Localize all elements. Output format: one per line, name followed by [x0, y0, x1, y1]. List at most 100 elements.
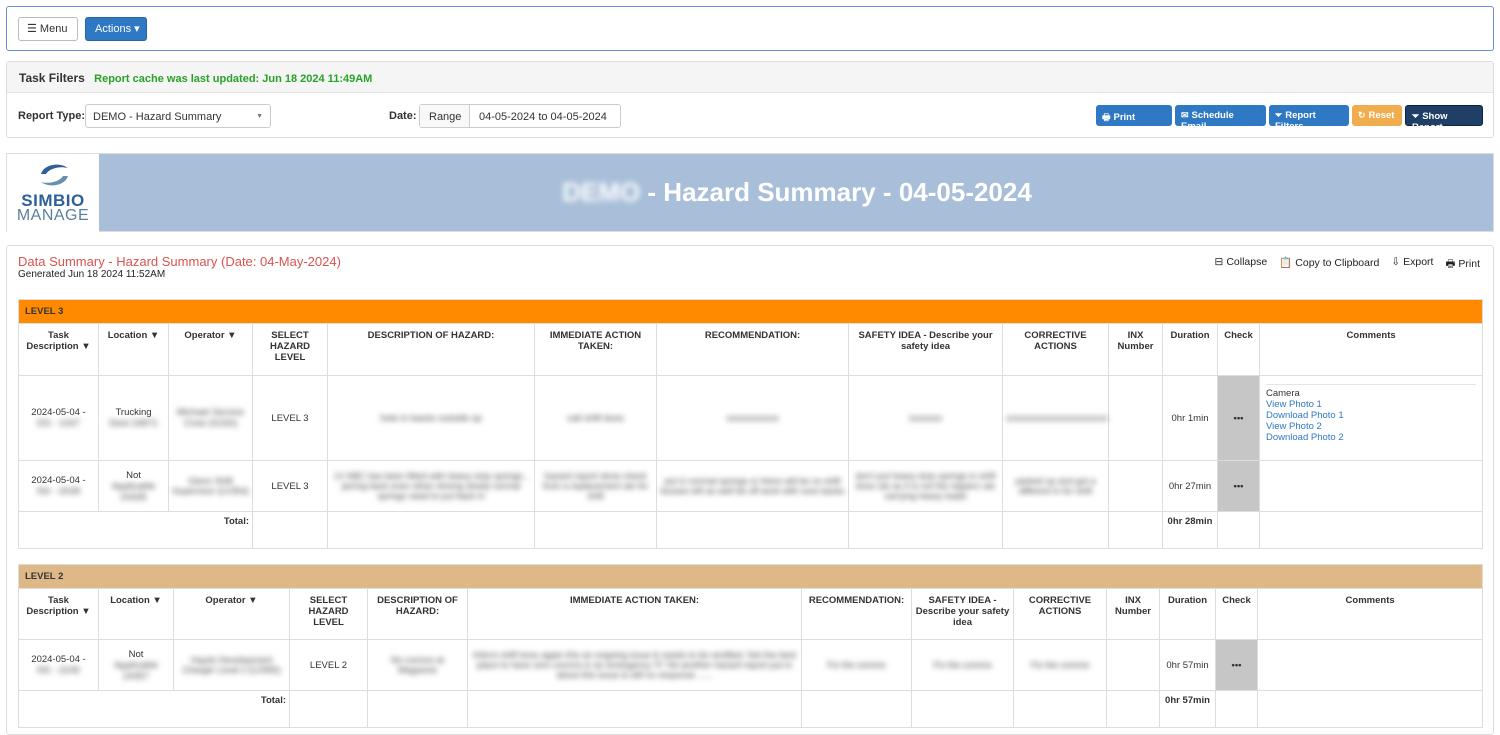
task-cell: 2024-05-04 - NS - 2245 — [18, 639, 99, 691]
hazard-level-cell: LEVEL 3 — [252, 375, 328, 461]
col-safety-idea: SAFETY IDEA - Describe your safety idea — [848, 323, 1003, 376]
col-inx-number: INX Number — [1106, 588, 1160, 640]
range-addon: Range — [420, 105, 470, 127]
download-photo-2-link[interactable]: Download Photo 2 — [1266, 432, 1476, 443]
download-photo-1-link[interactable]: Download Photo 1 — [1266, 410, 1476, 421]
col-comments: Comments — [1256, 588, 1484, 640]
location-cell: Trucking Dest 24871 — [98, 375, 169, 461]
col-check: Check — [1215, 588, 1258, 640]
level2-header-bar: LEVEL 2 — [17, 564, 1484, 589]
col-hazard-level: SELECT HAZARD LEVEL — [289, 588, 368, 640]
check-button[interactable]: ••• — [1217, 375, 1260, 461]
col-duration: Duration — [1159, 588, 1216, 640]
corrective-cell: xxxxxxxxxxxxxxxxxxxxxxx — [1002, 375, 1109, 461]
filter-icon: ⏷ — [1412, 111, 1420, 121]
report-type-value: DEMO - Hazard Summary — [93, 111, 222, 123]
view-photo-2-link[interactable]: View Photo 2 — [1266, 421, 1476, 432]
safety-idea-cell: don't put heavy duty springs in shift bo… — [848, 460, 1003, 512]
task-cell: 2024-05-04 - DS - 1347 — [18, 375, 99, 461]
col-location[interactable]: Location ▼ — [98, 323, 169, 376]
level3-header-bar: LEVEL 3 — [17, 299, 1484, 324]
print-report-button[interactable]: 🖶 Print Report — [1096, 105, 1172, 137]
col-task-description[interactable]: Task Description ▼ — [18, 323, 99, 376]
view-photo-1-link[interactable]: View Photo 1 — [1266, 399, 1476, 410]
location-cell: Not Applicable 24357 — [98, 639, 174, 691]
comments-cell — [1256, 639, 1484, 691]
copy-clipboard-button[interactable]: 📋 Copy to Clipboard — [1279, 256, 1379, 274]
col-comments: Comments — [1258, 323, 1484, 376]
col-corrective-actions: CORRECTIVE ACTIONS — [1002, 323, 1109, 376]
col-corrective-actions: CORRECTIVE ACTIONS — [1013, 588, 1107, 640]
simbio-logo: SIMBIO MANAGE — [7, 154, 99, 233]
description-cell: LV ABC has been fitted with heavy duty s… — [327, 460, 535, 512]
inx-cell — [1108, 375, 1163, 461]
date-range-value[interactable]: 04-05-2024 to 04-05-2024 — [470, 105, 616, 127]
data-summary-panel: Data Summary - Hazard Summary (Date: 04-… — [6, 245, 1494, 735]
show-report-button[interactable]: ⏷ Show Report — [1405, 105, 1483, 133]
corrective-cell: Fix the comms — [1013, 639, 1107, 691]
print-button[interactable]: 🖶 Print — [1445, 256, 1480, 274]
actions-dropdown-button[interactable]: Actions ▾ — [85, 17, 147, 41]
task-filters-header: Task Filters Report cache was last updat… — [7, 62, 1493, 93]
report-filters-button[interactable]: ⏷ Report Filters — [1269, 105, 1349, 132]
description-cell: hole in backs outside sp — [327, 375, 535, 461]
col-recommendation: RECOMMENDATION: — [656, 323, 849, 376]
table-row: 2024-05-04 - NS - 2028 Not Applicable 2433… — [18, 460, 1484, 512]
operator-cell: Michael Service Crew (S150) — [168, 375, 253, 461]
duration-cell: 0hr 57min — [1159, 639, 1216, 691]
task-filters-panel: Task Filters Report cache was last updat… — [6, 61, 1494, 138]
col-check: Check — [1217, 323, 1260, 376]
description-cell: No comms at Magazine — [367, 639, 468, 691]
report-title-main: - Hazard Summary - 04-05-2024 — [640, 177, 1032, 207]
report-title: DEMO - Hazard Summary - 04-05-2024 — [99, 177, 1495, 208]
col-task-description[interactable]: Task Description ▼ — [18, 588, 99, 640]
recommendation-cell: put in normal springs or there will be n… — [656, 460, 849, 512]
col-operator[interactable]: Operator ▼ — [173, 588, 290, 640]
col-immediate-action: IMMEDIATE ACTION TAKEN: — [467, 588, 802, 640]
reset-button[interactable]: ↻ Reset — [1352, 105, 1402, 126]
comments-cell: Camera View Photo 1 Download Photo 1 Vie… — [1258, 375, 1484, 461]
safety-idea-cell: xxxxxxx — [848, 375, 1003, 461]
total-label: Total: — [18, 511, 253, 549]
collapse-button[interactable]: ⊟ Collapse — [1215, 256, 1268, 274]
level3-table: LEVEL 3 Task Description ▼ Location ▼ Op… — [17, 299, 1484, 549]
duration-cell: 0hr 27min — [1162, 460, 1218, 512]
col-duration: Duration — [1162, 323, 1218, 376]
top-navbar: ☰ Menu Actions ▾ — [6, 6, 1494, 51]
print-icon: 🖶 — [1445, 258, 1456, 270]
total-row: Total: 0hr 28min — [18, 511, 1484, 549]
col-recommendation: RECOMMENDATION: — [801, 588, 912, 640]
total-duration: 0hr 28min — [1162, 511, 1218, 549]
cache-status-text: Report cache was last updated: Jun 18 20… — [94, 73, 373, 85]
safety-idea-cell: Fix the comms — [911, 639, 1014, 691]
report-type-select[interactable]: DEMO - Hazard Summary ▼ — [85, 104, 271, 128]
action-cell: hazard report done check from a replacem… — [534, 460, 657, 512]
check-button[interactable]: ••• — [1215, 639, 1258, 691]
inx-cell — [1106, 639, 1160, 691]
action-cell: Inform shift boss again this an ongoing … — [467, 639, 802, 691]
task-cell: 2024-05-04 - NS - 2028 — [18, 460, 99, 512]
recommendation-cell: xxxxxxxxxxx — [656, 375, 849, 461]
comments-cell — [1258, 460, 1484, 512]
recommendation-cell: Fix the comms — [801, 639, 912, 691]
print-icon: 🖶 — [1102, 112, 1111, 122]
data-summary-title: Data Summary - Hazard Summary (Date: 04-… — [18, 254, 341, 269]
col-description: DESCRIPTION OF HAZARD: — [367, 588, 468, 640]
col-operator[interactable]: Operator ▼ — [168, 323, 253, 376]
col-inx-number: INX Number — [1108, 323, 1163, 376]
date-label: Date: — [389, 110, 417, 122]
export-button[interactable]: ⇩ Export — [1391, 256, 1433, 274]
panel-toolbar: ⊟ Collapse 📋 Copy to Clipboard ⇩ Export 🖶 Pr… — [1215, 256, 1480, 274]
report-banner: SIMBIO MANAGE DEMO - Hazard Summary - 04… — [6, 153, 1495, 233]
check-button[interactable]: ••• — [1217, 460, 1260, 512]
menu-button[interactable]: ☰ Menu — [18, 17, 78, 41]
col-location[interactable]: Location ▼ — [98, 588, 174, 640]
total-label: Total: — [18, 690, 290, 728]
report-type-label: Report Type: — [18, 110, 86, 122]
comment-label: Camera — [1266, 384, 1477, 399]
schedule-email-button[interactable]: ✉ Schedule Email — [1175, 105, 1266, 132]
hazard-level-cell: LEVEL 2 — [289, 639, 368, 691]
date-range-input[interactable]: Range 04-05-2024 to 04-05-2024 — [419, 104, 621, 128]
envelope-icon: ✉ — [1181, 110, 1189, 120]
total-row: Total: 0hr 57min — [18, 690, 1484, 728]
